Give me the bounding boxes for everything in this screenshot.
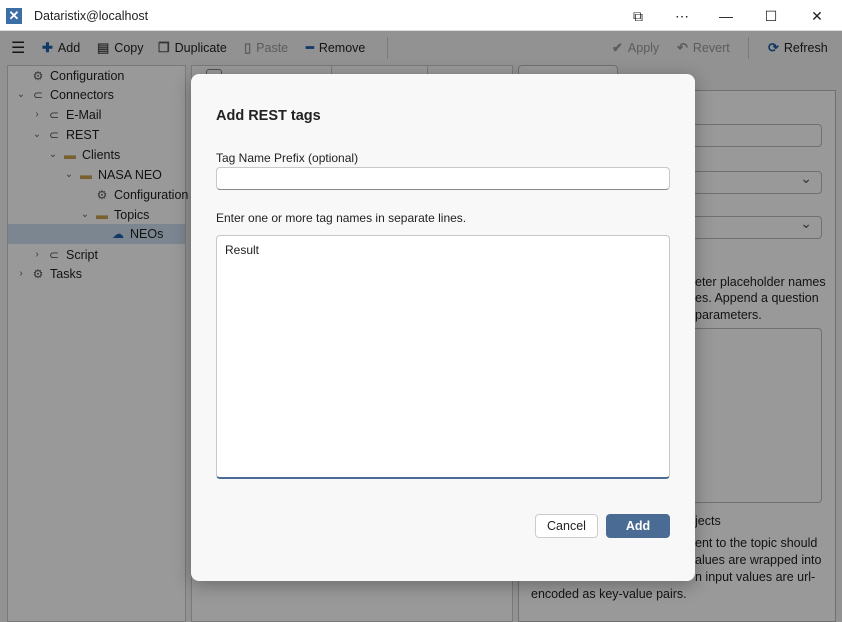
dialog-title: Add REST tags bbox=[216, 108, 321, 124]
maximize-button[interactable]: ☐ bbox=[751, 4, 791, 28]
minimize-button[interactable]: — bbox=[706, 4, 746, 28]
prefix-label: Tag Name Prefix (optional) bbox=[216, 151, 359, 165]
close-button[interactable]: ✕ bbox=[797, 4, 837, 28]
tag-names-textarea[interactable]: Result bbox=[216, 235, 670, 479]
tag-names-label: Enter one or more tag names in separate … bbox=[216, 211, 467, 225]
cast-icon[interactable]: ⧉ bbox=[618, 4, 658, 28]
more-icon[interactable]: ⋯ bbox=[662, 4, 702, 28]
cancel-button[interactable]: Cancel bbox=[535, 514, 598, 538]
add-rest-tags-dialog: Add REST tags Tag Name Prefix (optional)… bbox=[191, 74, 695, 581]
title-bar: ✕ Dataristix@localhost ⧉ ⋯ — ☐ ✕ bbox=[0, 0, 842, 31]
app-logo-icon: ✕ bbox=[6, 8, 22, 24]
tag-name-prefix-input[interactable] bbox=[216, 167, 670, 190]
add-button[interactable]: Add bbox=[606, 514, 670, 538]
window-title: Dataristix@localhost bbox=[34, 9, 149, 23]
